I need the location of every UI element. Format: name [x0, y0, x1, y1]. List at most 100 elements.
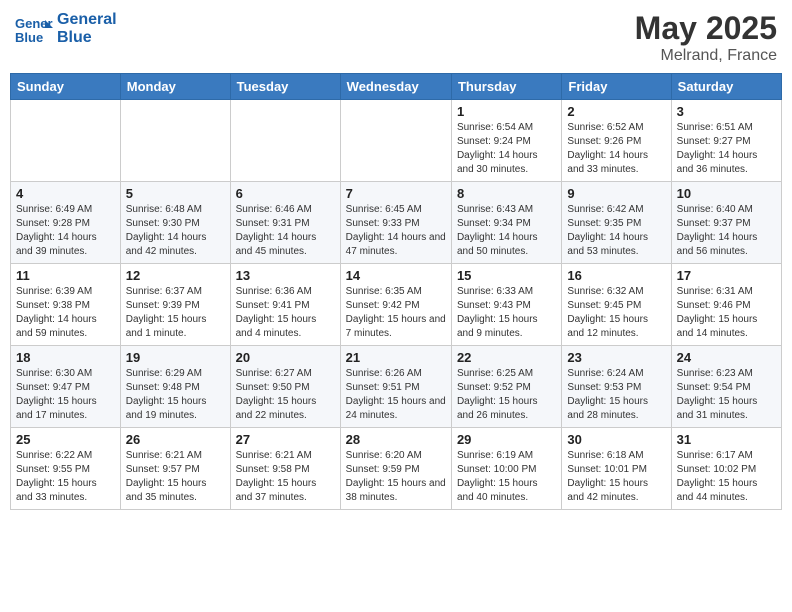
- svg-text:Blue: Blue: [15, 30, 43, 45]
- day-info: Sunrise: 6:29 AMSunset: 9:48 PMDaylight:…: [126, 367, 225, 423]
- calendar-cell: [11, 100, 121, 182]
- day-info: Sunrise: 6:46 AMSunset: 9:31 PMDaylight:…: [236, 203, 335, 259]
- day-info: Sunrise: 6:24 AMSunset: 9:53 PMDaylight:…: [567, 367, 665, 423]
- header-friday: Friday: [562, 74, 671, 100]
- day-info: Sunrise: 6:39 AMSunset: 9:38 PMDaylight:…: [16, 285, 115, 341]
- calendar-cell: 22 Sunrise: 6:25 AMSunset: 9:52 PMDayligh…: [451, 346, 561, 428]
- calendar-cell: 26Sunrise: 6:21 AMSunset: 9:57 PMDayligh…: [120, 428, 230, 510]
- day-number: 23: [567, 350, 665, 365]
- day-info: Sunrise: 6:45 AMSunset: 9:33 PMDaylight:…: [346, 203, 446, 259]
- day-info: Sunrise: 6:31 AMSunset: 9:46 PMDaylight:…: [677, 285, 776, 341]
- calendar-cell: 20Sunrise: 6:27 AMSunset: 9:50 PMDayligh…: [230, 346, 340, 428]
- title-block: May 2025 Melrand, France: [635, 10, 777, 65]
- day-info: Sunrise: 6:19 AMSunset: 10:00 PMDaylight…: [457, 449, 556, 505]
- header-sunday: Sunday: [11, 74, 121, 100]
- day-info: Sunrise: 6:49 AMSunset: 9:28 PMDaylight:…: [16, 203, 115, 259]
- calendar-cell: 27Sunrise: 6:21 AMSunset: 9:58 PMDayligh…: [230, 428, 340, 510]
- day-number: 2: [567, 104, 665, 119]
- month-year-title: May 2025: [635, 10, 777, 47]
- day-info: Sunrise: 6:20 AMSunset: 9:59 PMDaylight:…: [346, 449, 446, 505]
- calendar-table: Sunday Monday Tuesday Wednesday Thursday…: [10, 73, 782, 510]
- day-info: Sunrise: 6:32 AMSunset: 9:45 PMDaylight:…: [567, 285, 665, 341]
- day-number: 15: [457, 268, 556, 283]
- day-info: Sunrise: 6:48 AMSunset: 9:30 PMDaylight:…: [126, 203, 225, 259]
- day-number: 17: [677, 268, 776, 283]
- header-monday: Monday: [120, 74, 230, 100]
- calendar-cell: 28 Sunrise: 6:20 AMSunset: 9:59 PMDayligh…: [340, 428, 451, 510]
- calendar-cell: 23 Sunrise: 6:24 AMSunset: 9:53 PMDayligh…: [562, 346, 671, 428]
- logo: General Blue General Blue: [15, 10, 117, 48]
- day-number: 18: [16, 350, 115, 365]
- header-saturday: Saturday: [671, 74, 781, 100]
- calendar-week-row: 1Sunrise: 6:54 AMSunset: 9:24 PMDaylight…: [11, 100, 782, 182]
- calendar-cell: 9Sunrise: 6:42 AMSunset: 9:35 PMDaylight…: [562, 182, 671, 264]
- calendar-week-row: 4 Sunrise: 6:49 AMSunset: 9:28 PMDaylight…: [11, 182, 782, 264]
- day-number: 4: [16, 186, 115, 201]
- calendar-cell: 31Sunrise: 6:17 AMSunset: 10:02 PMDaylig…: [671, 428, 781, 510]
- calendar-cell: 10 Sunrise: 6:40 AMSunset: 9:37 PMDayligh…: [671, 182, 781, 264]
- day-info: Sunrise: 6:51 AMSunset: 9:27 PMDaylight:…: [677, 121, 776, 177]
- day-number: 3: [677, 104, 776, 119]
- calendar-cell: [120, 100, 230, 182]
- day-number: 22: [457, 350, 556, 365]
- calendar-cell: 19 Sunrise: 6:29 AMSunset: 9:48 PMDayligh…: [120, 346, 230, 428]
- calendar-week-row: 25Sunrise: 6:22 AMSunset: 9:55 PMDayligh…: [11, 428, 782, 510]
- day-number: 19: [126, 350, 225, 365]
- calendar-cell: 6 Sunrise: 6:46 AMSunset: 9:31 PMDaylight…: [230, 182, 340, 264]
- day-info: Sunrise: 6:21 AMSunset: 9:57 PMDaylight:…: [126, 449, 225, 505]
- day-info: Sunrise: 6:17 AMSunset: 10:02 PMDaylight…: [677, 449, 776, 505]
- day-number: 11: [16, 268, 115, 283]
- calendar-week-row: 18 Sunrise: 6:30 AMSunset: 9:47 PMDayligh…: [11, 346, 782, 428]
- calendar-cell: 1Sunrise: 6:54 AMSunset: 9:24 PMDaylight…: [451, 100, 561, 182]
- logo-blue: Blue: [57, 29, 117, 47]
- calendar-cell: 15 Sunrise: 6:33 AMSunset: 9:43 PMDayligh…: [451, 264, 561, 346]
- header-thursday: Thursday: [451, 74, 561, 100]
- day-info: Sunrise: 6:36 AMSunset: 9:41 PMDaylight:…: [236, 285, 335, 341]
- day-number: 28: [346, 432, 446, 447]
- calendar-week-row: 11 Sunrise: 6:39 AMSunset: 9:38 PMDayligh…: [11, 264, 782, 346]
- day-number: 27: [236, 432, 335, 447]
- calendar-cell: [230, 100, 340, 182]
- day-info: Sunrise: 6:18 AMSunset: 10:01 PMDaylight…: [567, 449, 665, 505]
- day-info: Sunrise: 6:52 AMSunset: 9:26 PMDaylight:…: [567, 121, 665, 177]
- calendar-cell: 14 Sunrise: 6:35 AMSunset: 9:42 PMDayligh…: [340, 264, 451, 346]
- calendar-cell: 18 Sunrise: 6:30 AMSunset: 9:47 PMDayligh…: [11, 346, 121, 428]
- calendar-cell: 12Sunrise: 6:37 AMSunset: 9:39 PMDayligh…: [120, 264, 230, 346]
- calendar-cell: 30 Sunrise: 6:18 AMSunset: 10:01 PMDaylig…: [562, 428, 671, 510]
- calendar-cell: 17 Sunrise: 6:31 AMSunset: 9:46 PMDayligh…: [671, 264, 781, 346]
- day-info: Sunrise: 6:27 AMSunset: 9:50 PMDaylight:…: [236, 367, 335, 423]
- day-info: Sunrise: 6:37 AMSunset: 9:39 PMDaylight:…: [126, 285, 225, 341]
- logo-general: General: [57, 11, 117, 29]
- day-number: 21: [346, 350, 446, 365]
- calendar-cell: 4 Sunrise: 6:49 AMSunset: 9:28 PMDaylight…: [11, 182, 121, 264]
- calendar-cell: 25Sunrise: 6:22 AMSunset: 9:55 PMDayligh…: [11, 428, 121, 510]
- calendar-cell: 24Sunrise: 6:23 AMSunset: 9:54 PMDayligh…: [671, 346, 781, 428]
- location-title: Melrand, France: [635, 47, 777, 65]
- calendar-cell: 3 Sunrise: 6:51 AMSunset: 9:27 PMDaylight…: [671, 100, 781, 182]
- day-info: Sunrise: 6:35 AMSunset: 9:42 PMDaylight:…: [346, 285, 446, 341]
- day-number: 14: [346, 268, 446, 283]
- header-tuesday: Tuesday: [230, 74, 340, 100]
- calendar-cell: 11 Sunrise: 6:39 AMSunset: 9:38 PMDayligh…: [11, 264, 121, 346]
- day-info: Sunrise: 6:25 AMSunset: 9:52 PMDaylight:…: [457, 367, 556, 423]
- day-number: 29: [457, 432, 556, 447]
- day-info: Sunrise: 6:42 AMSunset: 9:35 PMDaylight:…: [567, 203, 665, 259]
- day-info: Sunrise: 6:33 AMSunset: 9:43 PMDaylight:…: [457, 285, 556, 341]
- calendar-cell: 2 Sunrise: 6:52 AMSunset: 9:26 PMDaylight…: [562, 100, 671, 182]
- header-wednesday: Wednesday: [340, 74, 451, 100]
- day-number: 7: [346, 186, 446, 201]
- day-info: Sunrise: 6:26 AMSunset: 9:51 PMDaylight:…: [346, 367, 446, 423]
- day-info: Sunrise: 6:30 AMSunset: 9:47 PMDaylight:…: [16, 367, 115, 423]
- calendar-cell: 8Sunrise: 6:43 AMSunset: 9:34 PMDaylight…: [451, 182, 561, 264]
- day-number: 6: [236, 186, 335, 201]
- day-number: 24: [677, 350, 776, 365]
- calendar-cell: 13Sunrise: 6:36 AMSunset: 9:41 PMDayligh…: [230, 264, 340, 346]
- day-number: 30: [567, 432, 665, 447]
- calendar-cell: [340, 100, 451, 182]
- calendar-cell: 7 Sunrise: 6:45 AMSunset: 9:33 PMDaylight…: [340, 182, 451, 264]
- day-info: Sunrise: 6:43 AMSunset: 9:34 PMDaylight:…: [457, 203, 556, 259]
- calendar-cell: 29 Sunrise: 6:19 AMSunset: 10:00 PMDaylig…: [451, 428, 561, 510]
- day-info: Sunrise: 6:22 AMSunset: 9:55 PMDaylight:…: [16, 449, 115, 505]
- day-number: 10: [677, 186, 776, 201]
- day-info: Sunrise: 6:40 AMSunset: 9:37 PMDaylight:…: [677, 203, 776, 259]
